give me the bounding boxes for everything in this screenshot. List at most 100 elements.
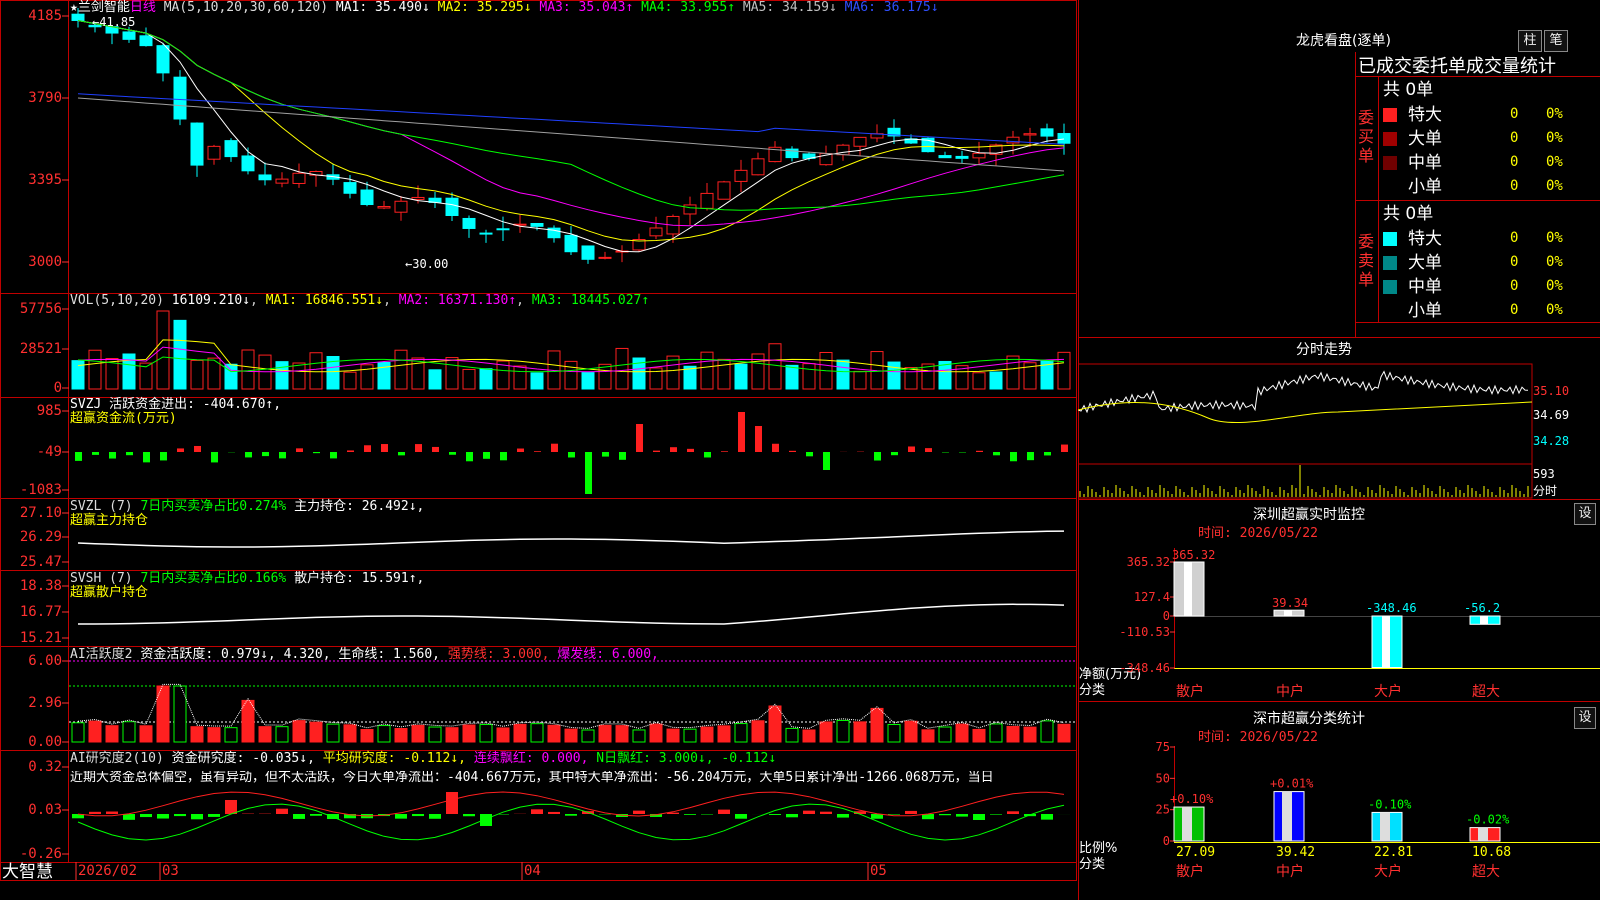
activity-bar [207, 727, 221, 743]
svzj-header: SVZJ 活跃资金进出: -404.670↑, 超赢资金流(万元) [70, 398, 281, 426]
ytick-label-ai2: 0.32 [28, 759, 62, 775]
svsh-sub: 超赢散户持仓 [70, 585, 149, 600]
monitor-bar-value: 365.32 [1172, 548, 1215, 562]
fund-flow-bar [806, 452, 813, 457]
fund-flow-bar [534, 451, 541, 452]
candle [1057, 133, 1071, 144]
research-bar [905, 810, 917, 814]
volume-bar [479, 368, 493, 390]
activity-bar [122, 721, 136, 743]
candle [853, 136, 867, 147]
volume-bar [462, 368, 476, 390]
vol-ma2: MA2: 16371.130↑ [398, 293, 517, 308]
activity-bar [751, 720, 765, 743]
activity-bar [445, 727, 459, 743]
activity-bar [1023, 726, 1037, 743]
brand-logo[interactable]: 大智慧 [2, 862, 53, 882]
main-hold-line [77, 530, 1065, 548]
fund-flow-bar [415, 444, 422, 452]
activity-bar [530, 723, 544, 743]
research-bar [769, 814, 781, 815]
activity-bar [71, 722, 85, 743]
vol-value: 16109.210↓ [171, 293, 251, 308]
fund-flow-bar [925, 448, 932, 452]
ytick-label-svzl: 25.47 [19, 554, 62, 570]
monitor-ytick: -348.46 [1119, 661, 1170, 675]
ai2-red: 连续飘红: 0.000, [473, 751, 589, 766]
ytick-label-main: 3790 [28, 90, 62, 106]
candle [122, 31, 136, 40]
candle [751, 158, 765, 176]
activity-bar [564, 728, 578, 743]
monitor-ytick: 365.32 [1127, 555, 1170, 569]
activity-bar [853, 721, 867, 743]
research-bar [106, 811, 118, 814]
activity-bar [1057, 723, 1071, 743]
activity-bar [955, 723, 969, 743]
volume-bar [292, 362, 306, 390]
ai1-header: AI活跃度2 资金活跃度: 0.979↓, 4.320, 生命线: 1.560,… [70, 648, 659, 662]
ma-legend-item: MA4: 33.955↑ [633, 0, 736, 15]
volume-bar [802, 363, 816, 390]
candle [598, 256, 612, 259]
monitor-bar-highlight [1284, 610, 1292, 616]
fund-flow-bar [398, 452, 405, 456]
ytick-label-ai1: 2.96 [28, 695, 62, 711]
fund-flow-bar [75, 452, 82, 461]
candle [377, 206, 391, 209]
classify-value: 27.09 [1176, 845, 1215, 860]
fund-flow-bar [109, 452, 116, 459]
classify-value: 22.81 [1374, 845, 1413, 860]
classify-delta: -0.10% [1368, 797, 1412, 811]
svzj-label: SVZJ 活跃资金进出: -404.670↑, [70, 397, 282, 412]
fund-flow-bar [347, 450, 354, 452]
candle [411, 196, 425, 200]
ytick-label-main: 3000 [28, 254, 62, 270]
research-bar [1007, 811, 1019, 814]
svzl-ratio: 7日内买卖净占比0.274% [140, 499, 287, 514]
candle [717, 181, 731, 200]
ytick-label-svzl: 27.10 [19, 505, 62, 521]
fund-flow-bar [160, 452, 167, 461]
activity-bar [836, 719, 850, 743]
candle [71, 13, 85, 21]
ytick-label-svzj: -1083 [19, 482, 62, 498]
volume-bar [88, 349, 102, 390]
fund-flow-bar [1010, 452, 1017, 462]
research-bar [463, 814, 475, 817]
classify-ytick: 25 [1156, 803, 1170, 817]
research-bar [157, 814, 169, 819]
research-bar [973, 814, 985, 820]
research-bar [191, 814, 203, 820]
research-bar [531, 809, 543, 814]
vol-label: VOL(5,10,20) [70, 293, 164, 308]
ytick-label-ai1: 0.00 [28, 734, 62, 750]
research-bar [123, 814, 135, 820]
ytick-label-vol: 57756 [19, 301, 62, 317]
activity-bar [717, 725, 731, 743]
intraday-price-label: 34.69 [1533, 408, 1569, 422]
classify-ytick: 50 [1156, 771, 1170, 785]
fund-flow-bar [296, 448, 303, 452]
candle [207, 145, 221, 160]
ytick-label-svsh: 16.77 [19, 604, 62, 620]
fund-flow-bar [1061, 444, 1068, 452]
svsh-label: SVSH (7) [70, 571, 133, 586]
candle [1040, 128, 1054, 137]
svsh-ratio: 7日内买卖净占比0.166% [140, 571, 287, 586]
research-bar [990, 814, 1002, 815]
monitor-category-label: 大户 [1374, 683, 1402, 700]
fund-flow-bar [449, 452, 456, 455]
activity-bar [292, 720, 306, 743]
classify-category-label: 中户 [1276, 863, 1304, 880]
period-label[interactable]: 日线 [130, 0, 156, 15]
classify-category-label: 散户 [1176, 863, 1204, 880]
svsh-header: SVSH (7) 7日内买卖净占比0.166% 散户持仓: 15.591↑, 超… [70, 572, 424, 600]
classify-bar-highlight [1182, 807, 1192, 841]
research-bar [803, 810, 815, 814]
intraday-price-label: 34.28 [1533, 434, 1569, 448]
activity-bar [598, 724, 612, 743]
classify-value: 10.68 [1472, 845, 1511, 860]
research-bar [429, 814, 441, 819]
classify-ytick: 0 [1163, 834, 1170, 848]
